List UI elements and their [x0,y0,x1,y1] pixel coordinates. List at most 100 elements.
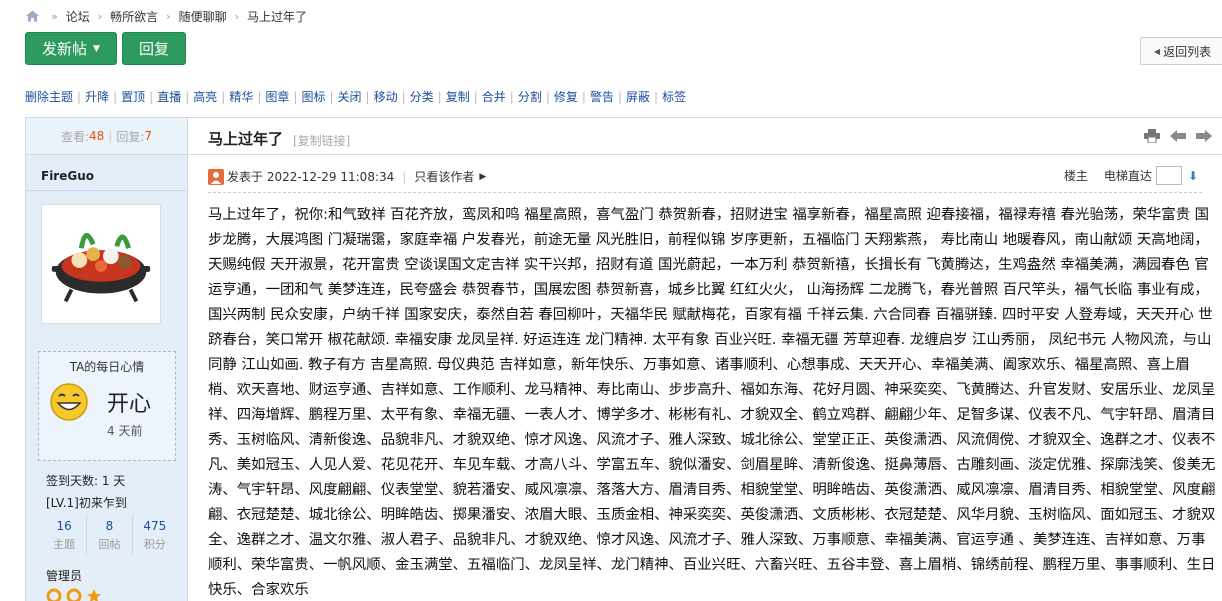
arrow-down-icon[interactable]: ⬇ [1188,169,1198,183]
divider: | [293,89,298,104]
floor-nav: 楼主 电梯直达 ⬇ [1064,166,1198,185]
chevron-left-icon: ◀ [1153,46,1161,56]
post-main: 马上过年了 [复制链接] 发表于 2022-12-29 11:08:34 | 只… [189,118,1222,601]
elevator-label: 电梯直达 [1103,169,1152,183]
breadcrumb-board[interactable]: 随便聊聊 [179,8,227,25]
breadcrumb-section[interactable]: 畅所欲言 [110,8,158,25]
mod-tool-16[interactable]: 屏蔽 [626,88,650,105]
mod-tool-6[interactable]: 图章 [265,88,289,105]
divider [208,192,1202,193]
mod-tool-2[interactable]: 置顶 [121,88,145,105]
sun-rank-icon [46,588,62,601]
mod-tool-4[interactable]: 高亮 [193,88,217,105]
star-rank-icon [87,589,101,601]
mood-value: 开心 [107,392,152,417]
divider: | [509,89,514,104]
breadcrumb-separator: › [166,9,171,23]
divider: | [329,89,334,104]
post-meta: 发表于 2022-12-29 11:08:34 | 只看该作者 ▶ [208,168,486,185]
post-container: 查看: 48 | 回复: 7 FireGuo TA的每日心情 开心 4 天前 签… [25,117,1222,601]
mod-tool-0[interactable]: 删除主题 [25,88,73,105]
happy-face-icon [50,383,88,421]
author-sidebar: 查看: 48 | 回复: 7 FireGuo TA的每日心情 开心 4 天前 签… [26,118,188,601]
daily-mood-box: TA的每日心情 开心 4 天前 [38,351,176,461]
chevron-right-icon: ▶ [479,171,487,182]
moderator-toolbar: 删除主题 | 升降 | 置顶 | 直播 | 高亮 | 精华 | 图章 | 图标 | 关闭 | 移动 | 分类 | 复制 | 合并… [25,88,686,105]
new-post-button[interactable]: 发新帖 ▼ [25,32,117,65]
post-date: 发表于 2022-12-29 11:08:34 [227,170,395,184]
post-tools [1144,129,1212,143]
author-name[interactable]: FireGuo [41,169,94,183]
print-icon[interactable] [1144,129,1160,143]
divider [26,190,187,191]
reply-label: 回复 [138,40,169,58]
views-label: 查看: [60,129,90,144]
hotpot-avatar-icon [42,205,160,323]
divider: | [581,89,586,104]
divider: | [113,89,118,104]
previous-thread-icon[interactable] [1170,129,1186,143]
new-post-label: 发新帖 [42,40,88,58]
divider: | [545,89,550,104]
mod-tool-14[interactable]: 修复 [554,88,578,105]
mood-age: 4 天前 [107,424,143,438]
divider: | [149,89,154,104]
divider: | [365,89,370,104]
user-counts: 16 主题 8 回帖 475 积分 [42,515,177,555]
user-role: 管理员 [46,569,83,583]
back-to-list-button[interactable]: ◀ 返回列表 [1140,37,1222,65]
user-online-icon [208,168,224,185]
divider: | [221,89,226,104]
rank-stars [46,588,102,601]
divider: | [108,129,113,143]
mod-tool-13[interactable]: 分割 [518,88,542,105]
breadcrumb: » 论坛 › 畅所欲言 › 随便聊聊 › 马上过年了 [26,6,307,26]
mod-tool-10[interactable]: 分类 [410,88,434,105]
divider: | [257,89,262,104]
home-icon[interactable] [26,10,39,22]
count-value: 8 [105,519,114,533]
copy-link[interactable]: [复制链接] [293,132,350,149]
topics-count[interactable]: 16 主题 [42,515,88,555]
reply-button[interactable]: 回复 [122,32,186,65]
divider: | [473,89,478,104]
mod-tool-17[interactable]: 标签 [662,88,686,105]
avatar[interactable] [41,204,161,324]
mod-tool-11[interactable]: 复制 [446,88,470,105]
mod-tool-7[interactable]: 图标 [301,88,325,105]
points-count[interactable]: 475 积分 [133,515,177,555]
divider: | [402,169,407,184]
mod-tool-1[interactable]: 升降 [85,88,109,105]
next-thread-icon[interactable] [1196,129,1212,143]
views-count: 48 [89,129,105,143]
page-title: 马上过年了 [208,130,284,148]
breadcrumb-thread[interactable]: 马上过年了 [247,8,307,25]
count-label: 回帖 [98,538,121,551]
floor-input[interactable] [1155,166,1182,185]
divider: | [401,89,406,104]
divider: | [185,89,190,104]
replies-count: 7 [144,129,153,143]
back-to-list-label: 返回列表 [1163,44,1212,59]
only-author-link[interactable]: 只看该作者 [414,168,474,185]
divider: | [437,89,442,104]
mod-tool-12[interactable]: 合并 [482,88,506,105]
divider: | [77,89,82,104]
mod-tool-9[interactable]: 移动 [374,88,398,105]
count-label: 积分 [143,538,166,551]
sun-rank-icon [66,588,82,601]
mod-tool-3[interactable]: 直播 [157,88,181,105]
mod-tool-15[interactable]: 警告 [590,88,614,105]
user-level[interactable]: [LV.1]初来乍到 [46,494,127,511]
breadcrumb-separator: » [51,9,58,23]
mod-tool-8[interactable]: 关闭 [338,88,362,105]
breadcrumb-separator: › [234,9,239,23]
thread-stats: 查看: 48 | 回复: 7 [26,118,187,155]
chevron-down-icon: ▼ [93,43,100,54]
count-value: 475 [143,519,167,533]
mod-tool-5[interactable]: 精华 [229,88,253,105]
mood-title: TA的每日心情 [69,360,145,374]
replies-count-box[interactable]: 8 回帖 [87,515,133,555]
replies-label: 回复: [116,129,145,144]
breadcrumb-forum[interactable]: 论坛 [66,8,90,25]
